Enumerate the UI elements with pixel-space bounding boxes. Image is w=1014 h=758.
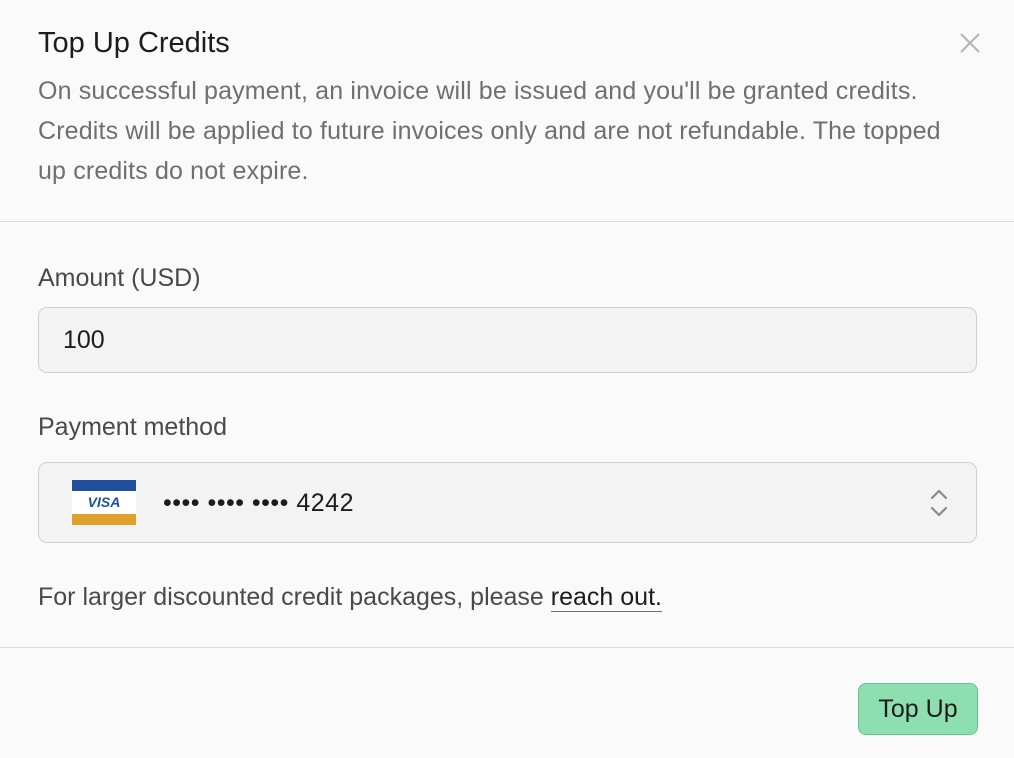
card-brand: VISA (87, 494, 121, 510)
close-button[interactable] (955, 28, 985, 58)
payment-method-label: Payment method (38, 413, 227, 441)
top-up-button[interactable]: Top Up (858, 683, 978, 735)
dialog-description: On successful payment, an invoice will b… (38, 77, 941, 185)
card-number: •••• •••• •••• 4242 (163, 489, 354, 517)
discount-note: For larger discounted credit packages, p… (38, 580, 662, 614)
reach-out-link[interactable]: reach out. (550, 583, 662, 612)
dialog-header: Top Up Credits On successful payment, an… (0, 0, 1014, 222)
amount-input[interactable] (38, 307, 977, 373)
close-icon (960, 33, 980, 53)
dialog-footer: Top Up (0, 648, 1014, 758)
top-up-credits-dialog: Top Up Credits On successful payment, an… (0, 0, 1014, 758)
dialog-body: Amount (USD) Payment method VISA •••• ••… (0, 222, 1014, 648)
payment-method-select[interactable]: VISA •••• •••• •••• 4242 (38, 462, 977, 543)
chevron-up-down-icon (930, 489, 948, 517)
dialog-title: Top Up Credits (38, 27, 230, 59)
discount-note-text: For larger discounted credit packages, p… (38, 583, 551, 611)
amount-label: Amount (USD) (38, 264, 201, 292)
visa-card-icon: VISA (72, 480, 136, 525)
